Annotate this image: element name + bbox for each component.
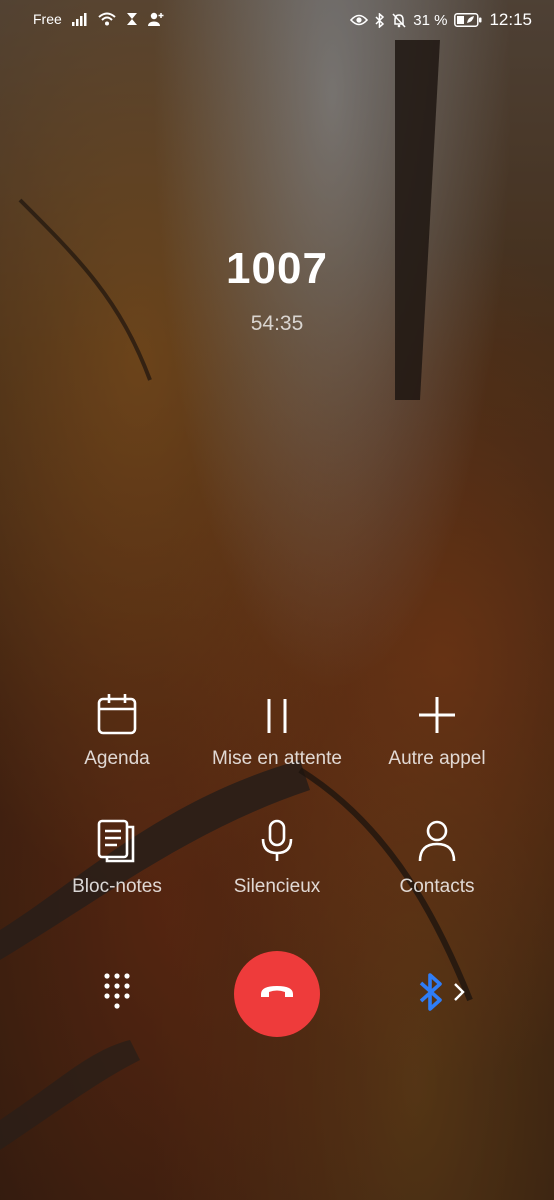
bluetooth-icon (418, 971, 444, 1018)
notes-icon (97, 819, 137, 868)
notes-button[interactable]: Bloc-notes (27, 819, 207, 898)
hourglass-icon (126, 12, 138, 26)
contact-icon (417, 819, 457, 868)
notes-label: Bloc-notes (72, 876, 162, 897)
contacts-button[interactable]: Contacts (347, 820, 527, 898)
status-clock: 12:15 (489, 10, 532, 29)
battery-percent: 31 % (413, 11, 448, 29)
wifi-icon (98, 12, 116, 26)
end-call-button[interactable] (234, 951, 320, 1037)
chevron-right-icon (452, 981, 466, 1008)
microphone-icon (260, 819, 294, 868)
calendar-icon (97, 693, 137, 740)
signal-icon (71, 12, 88, 26)
hold-label: Mise en attente (212, 748, 342, 769)
audio-route-bluetooth-button[interactable] (418, 972, 478, 1016)
pause-icon (262, 695, 292, 740)
hold-button[interactable]: Mise en attente (187, 696, 367, 770)
mute-label: Silencieux (233, 876, 321, 897)
battery-icon (454, 13, 482, 27)
person-add-icon (147, 12, 164, 26)
bluetooth-icon (375, 12, 385, 28)
mute-button[interactable]: Silencieux (187, 819, 367, 898)
mute-bell-icon (392, 12, 406, 28)
call-duration: 54:35 (250, 312, 304, 335)
hang-up-icon (258, 982, 296, 1007)
add-call-label: Autre appel (388, 748, 486, 769)
caller-name: 1007 (226, 244, 328, 293)
agenda-button[interactable]: Agenda (27, 693, 207, 770)
plus-icon (417, 695, 457, 740)
dialpad-button[interactable] (99, 970, 139, 1014)
dialpad-icon (99, 973, 139, 1018)
carrier-name: Free (33, 11, 62, 27)
contacts-label: Contacts (399, 876, 475, 897)
status-bar: Free 31 % 12:15 (0, 0, 554, 40)
add-call-button[interactable]: Autre appel (347, 696, 527, 770)
eye-icon (350, 14, 369, 26)
agenda-label: Agenda (84, 748, 150, 769)
